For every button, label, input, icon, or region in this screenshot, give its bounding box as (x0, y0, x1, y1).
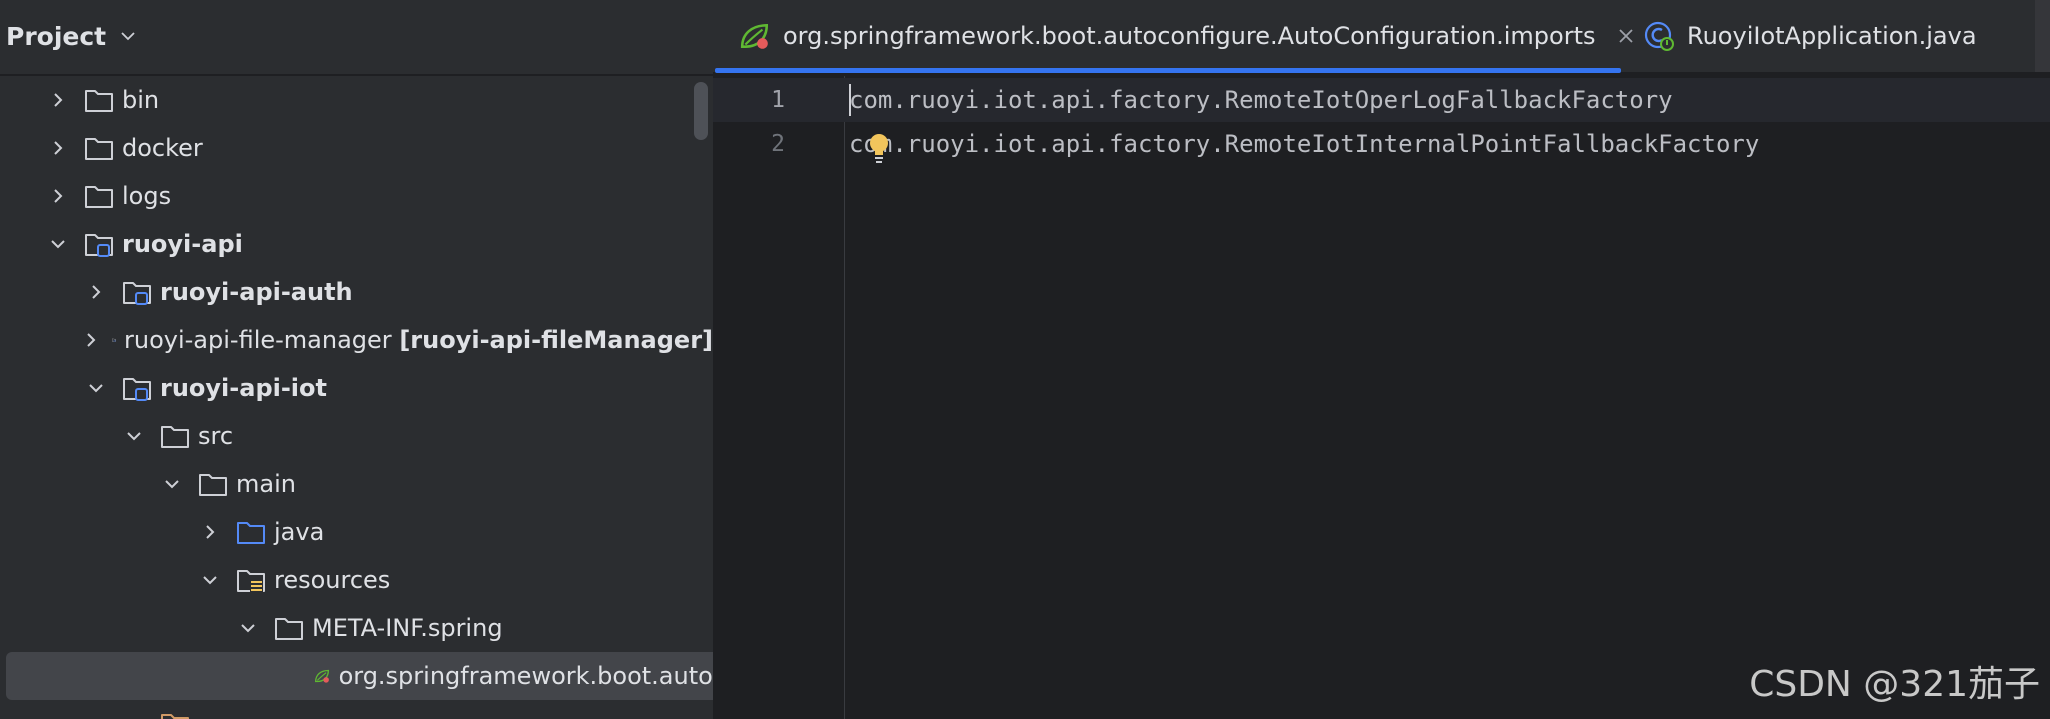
code-line[interactable]: 2 com.ruoyi.iot.api.factory.RemoteIotInt… (713, 122, 2050, 166)
code-text[interactable]: com.ruoyi.iot.api.factory.RemoteIotOperL… (849, 86, 1673, 114)
tab-label: RuoyiIotApplication.java (1687, 22, 1977, 50)
tree-item-label: ruoyi-api (122, 230, 243, 258)
module-folder-icon (123, 378, 151, 401)
tree-item-bin[interactable]: bin (0, 76, 713, 124)
chevron-right-icon[interactable] (84, 280, 108, 304)
tree-item-label: resources (274, 566, 391, 594)
tab-ruoyiiotapplication[interactable]: RuoyiIotApplication.java (1643, 0, 1977, 72)
editor-area: org.springframework.boot.autoconfigure.A… (713, 0, 2050, 719)
chevron-down-icon[interactable] (122, 424, 146, 448)
chevron-down-icon[interactable] (160, 472, 184, 496)
project-tool-window: Project bin docker logs ruoyi-api ruoyi-… (0, 0, 713, 719)
tree-item-meta-inf-spring[interactable]: META-INF.spring (0, 604, 713, 652)
tree-item-partial[interactable] (0, 700, 713, 719)
tree-scrollbar[interactable] (694, 82, 708, 140)
tree-item-resources[interactable]: resources (0, 556, 713, 604)
resources-folder-icon (237, 570, 265, 592)
tab-label: org.springframework.boot.autoconfigure.A… (783, 22, 1596, 50)
tree-item-ruoyi-api-file-manager[interactable]: ruoyi-api-file-manager [ruoyi-api-fileMa… (0, 316, 713, 364)
tree-item-main[interactable]: main (0, 460, 713, 508)
editor-tabbar: org.springframework.boot.autoconfigure.A… (713, 0, 2050, 73)
tree-item-label: META-INF.spring (312, 614, 503, 642)
tree-item-label: org.springframework.boot.autoc (338, 662, 713, 690)
tree-item-label: ruoyi-api-auth (160, 278, 353, 306)
tree-item-ruoyi-api-auth[interactable]: ruoyi-api-auth (0, 268, 713, 316)
project-panel-header[interactable]: Project (0, 0, 713, 72)
tree-item-label: java (274, 518, 325, 546)
chevron-right-icon[interactable] (46, 136, 70, 160)
chevron-down-icon[interactable] (120, 28, 136, 44)
gutter-separator (844, 76, 845, 719)
module-folder-icon (123, 282, 151, 305)
chevron-right-icon[interactable] (198, 520, 222, 544)
tabbar-overflow (2035, 0, 2050, 72)
tree-item-logs[interactable]: logs (0, 172, 713, 220)
tree-item-label: bin (122, 86, 160, 114)
tree-item-label: logs (122, 182, 172, 210)
line-number: 2 (771, 131, 785, 157)
folder-icon (199, 474, 227, 496)
chevron-right-icon[interactable] (84, 328, 98, 352)
chevron-down-icon[interactable] (84, 376, 108, 400)
chevron-right-icon[interactable] (46, 184, 70, 208)
module-folder-icon (85, 234, 113, 257)
code-text[interactable]: com.ruoyi.iot.api.factory.RemoteIotInter… (849, 130, 1759, 158)
spring-boot-class-icon (1644, 21, 1674, 51)
tree-item-label: docker (122, 134, 203, 162)
tree-item-autoconfiguration-imports[interactable]: org.springframework.boot.autoc (6, 652, 713, 700)
folder-icon (85, 186, 113, 208)
line-number: 1 (771, 87, 785, 113)
tree-item-docker[interactable]: docker (0, 124, 713, 172)
tabbar-divider (713, 74, 2050, 76)
folder-icon (161, 426, 189, 448)
module-folder-icon (112, 338, 116, 342)
module-name: ruoyi-api-file-manager (124, 326, 392, 354)
chevron-down-icon[interactable] (236, 616, 260, 640)
spring-file-icon (314, 669, 330, 683)
folder-icon (85, 90, 113, 112)
tree-item-label: main (236, 470, 296, 498)
lightbulb-icon[interactable] (866, 132, 892, 164)
folder-icon (275, 618, 303, 640)
tree-item-java[interactable]: java (0, 508, 713, 556)
code-line[interactable]: 1 com.ruoyi.iot.api.factory.RemoteIotOpe… (713, 78, 2050, 122)
tree-item-src[interactable]: src (0, 412, 713, 460)
active-tab-indicator (715, 68, 1621, 73)
tree-item-label: ruoyi-api-file-manager [ruoyi-api-fileMa… (124, 326, 713, 354)
tree-item-label: ruoyi-api-iot (160, 374, 327, 402)
project-panel-title[interactable]: Project (6, 22, 106, 51)
tree-item-ruoyi-api-iot[interactable]: ruoyi-api-iot (0, 364, 713, 412)
chevron-right-icon[interactable] (46, 88, 70, 112)
chevron-down-icon[interactable] (198, 568, 222, 592)
spring-file-icon (740, 24, 769, 49)
tree-item-label: src (198, 422, 234, 450)
module-alias: [ruoyi-api-fileManager] (399, 326, 713, 354)
folder-icon (85, 138, 113, 160)
text-caret (849, 84, 851, 116)
tab-autoconfiguration-imports[interactable]: org.springframework.boot.autoconfigure.A… (739, 0, 1635, 72)
close-icon[interactable] (1617, 27, 1635, 45)
chevron-down-icon[interactable] (46, 232, 70, 256)
source-folder-icon (237, 522, 265, 544)
watermark: CSDN @321茄子 (1749, 664, 2040, 705)
tree-item-ruoyi-api[interactable]: ruoyi-api (0, 220, 713, 268)
folder-icon (161, 714, 189, 719)
